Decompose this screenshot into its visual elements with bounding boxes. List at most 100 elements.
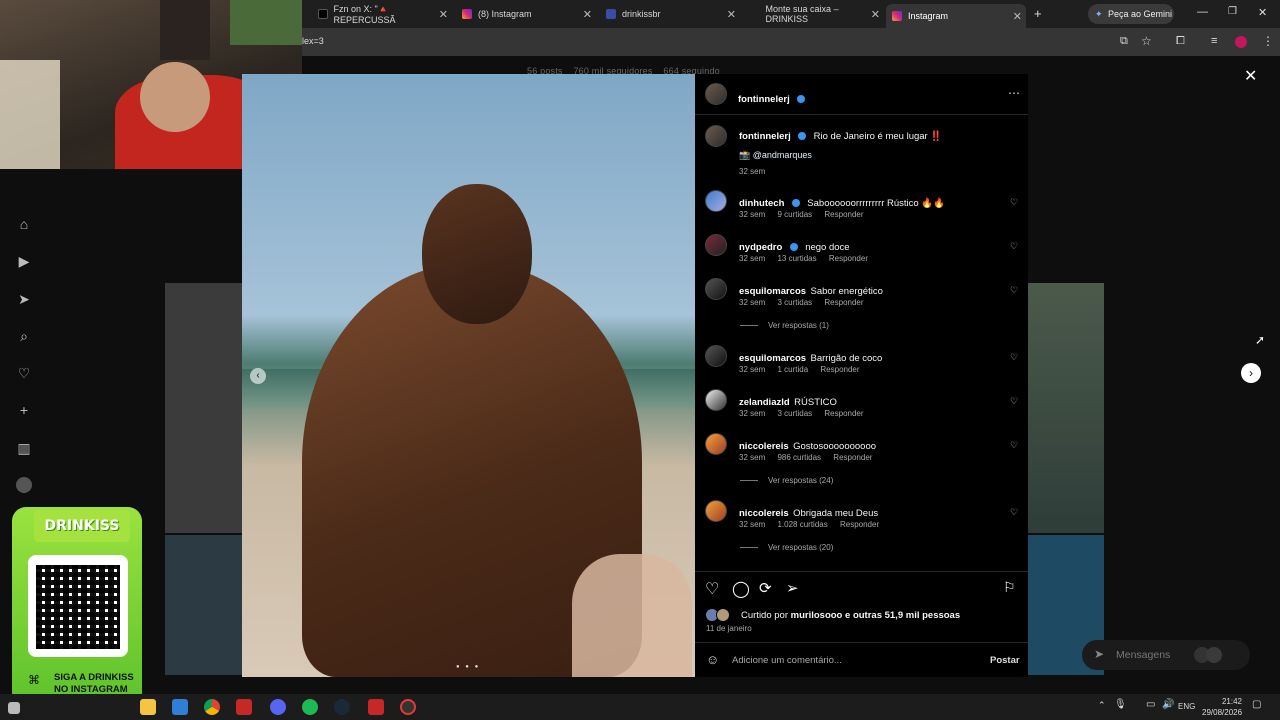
more-options-icon[interactable]: ⋯ xyxy=(1008,86,1020,100)
comment-input[interactable]: Adicione um comentário... xyxy=(732,655,842,666)
likes-user[interactable]: murilosooo xyxy=(791,610,843,621)
install-app-icon[interactable]: ⧉ xyxy=(1120,35,1128,48)
commenter-avatar[interactable] xyxy=(705,433,727,455)
comment-likes[interactable]: 13 curtidas xyxy=(777,254,816,263)
search-icon[interactable]: ⌕ xyxy=(16,328,32,344)
profile-avatar-icon[interactable] xyxy=(16,477,32,493)
steam-icon[interactable] xyxy=(334,699,350,715)
commenter-avatar[interactable] xyxy=(705,345,727,367)
clock[interactable]: 21:42 29/08/2026 xyxy=(1202,696,1242,718)
like-comment-heart-icon[interactable]: ♡ xyxy=(1010,396,1018,407)
caption-username[interactable]: fontinnelerj xyxy=(739,131,791,142)
view-replies-button[interactable]: Ver respostas (1) xyxy=(740,321,829,330)
voicemeeter-icon[interactable] xyxy=(236,699,252,715)
view-replies-label[interactable]: Ver respostas (24) xyxy=(768,476,833,485)
share-send-icon[interactable]: ➢ xyxy=(786,579,799,597)
comment-likes[interactable]: 1.028 curtidas xyxy=(777,520,827,529)
post-comment-button[interactable]: Postar xyxy=(990,655,1020,666)
close-modal-icon[interactable]: ✕ xyxy=(1244,66,1257,86)
like-comment-heart-icon[interactable]: ♡ xyxy=(1010,285,1018,296)
media-control-icon[interactable]: ≡ xyxy=(1211,35,1217,47)
extensions-icon[interactable]: ⧠ xyxy=(1176,35,1185,48)
caption-tag-link[interactable]: 📸 @andmarques xyxy=(739,150,812,161)
view-replies-button[interactable]: Ver respostas (20) xyxy=(740,543,833,552)
reply-button[interactable]: Responder xyxy=(824,409,863,418)
windows-start-icon[interactable] xyxy=(8,702,20,714)
commenter-avatar[interactable] xyxy=(705,389,727,411)
reply-button[interactable]: Responder xyxy=(820,365,859,374)
maximize-button[interactable]: ❐ xyxy=(1228,6,1237,17)
file-explorer-icon[interactable] xyxy=(140,699,156,715)
tray-chevron-icon[interactable]: ⌃ xyxy=(1098,700,1106,711)
bookmark-star-icon[interactable]: ☆ xyxy=(1141,34,1152,48)
reply-button[interactable]: Responder xyxy=(824,210,863,219)
commenter-avatar[interactable] xyxy=(705,278,727,300)
next-post-button[interactable]: › xyxy=(1241,363,1261,383)
author-avatar[interactable] xyxy=(705,83,727,105)
tab-drinkissbr[interactable]: drinkissbr ✕ xyxy=(600,4,740,24)
close-icon[interactable]: ✕ xyxy=(583,8,592,21)
url-text[interactable]: lex=3 xyxy=(302,36,324,46)
notifications-heart-icon[interactable]: ♡ xyxy=(16,365,32,381)
emoji-icon[interactable]: ☺ xyxy=(706,652,719,667)
comment-username[interactable]: nydpedro xyxy=(739,242,782,253)
tab-x-post[interactable]: Fzn on X: "🔺 REPERCUSSÃ ✕ xyxy=(312,4,452,25)
profile-avatar[interactable] xyxy=(1235,36,1247,48)
close-icon[interactable]: ✕ xyxy=(871,8,880,21)
network-icon[interactable]: ▭ xyxy=(1146,699,1155,710)
comment-bubble-icon[interactable]: ◯ xyxy=(732,579,750,599)
direct-messages-icon[interactable]: ➤ xyxy=(16,291,32,307)
like-comment-heart-icon[interactable]: ♡ xyxy=(1010,197,1018,208)
comment-username[interactable]: esquilomarcos xyxy=(739,353,806,364)
view-replies-label[interactable]: Ver respostas (1) xyxy=(768,321,829,330)
like-heart-icon[interactable]: ♡ xyxy=(705,579,719,599)
tab-drinkiss-shop[interactable]: Monte sua caixa – DRINKISS ✕ xyxy=(744,4,884,24)
voicemeeter-icon[interactable] xyxy=(368,699,384,715)
reply-button[interactable]: Responder xyxy=(829,254,868,263)
like-comment-heart-icon[interactable]: ♡ xyxy=(1010,440,1018,451)
view-replies-label[interactable]: Ver respostas (20) xyxy=(768,543,833,552)
tab-instagram-active[interactable]: Instagram ✕ xyxy=(886,4,1026,28)
spotify-icon[interactable] xyxy=(302,699,318,715)
mail-icon[interactable] xyxy=(172,699,188,715)
messages-pill[interactable]: ➤ Mensagens xyxy=(1082,640,1250,670)
comment-username[interactable]: dinhutech xyxy=(739,198,784,209)
repost-icon[interactable]: ⟳ xyxy=(759,579,772,597)
obs-icon[interactable] xyxy=(400,699,416,715)
comment-likes[interactable]: 3 curtidas xyxy=(777,298,812,307)
window-close-button[interactable]: ✕ xyxy=(1258,6,1267,19)
discord-icon[interactable] xyxy=(270,699,286,715)
new-tab-button[interactable]: + xyxy=(1034,6,1042,21)
post-photo[interactable]: ● ● ● ‹ xyxy=(242,74,695,677)
comment-likes[interactable]: 986 curtidas xyxy=(777,453,821,462)
close-icon[interactable]: ✕ xyxy=(1013,10,1022,23)
notification-center-icon[interactable]: ▢ xyxy=(1252,699,1261,710)
language-indicator[interactable]: ENG xyxy=(1178,702,1195,711)
reply-button[interactable]: Responder xyxy=(824,298,863,307)
grid-thumbnail[interactable] xyxy=(1028,283,1104,533)
tab-instagram-inbox[interactable]: (8) Instagram ✕ xyxy=(456,4,596,24)
author-username[interactable]: fontinnelerj xyxy=(738,94,790,105)
save-bookmark-icon[interactable]: ⚐ xyxy=(1003,579,1016,596)
gemini-button[interactable]: ✦ Peça ao Gemini xyxy=(1088,4,1174,24)
dashboard-icon[interactable]: ▥ xyxy=(16,440,32,456)
commenter-avatar[interactable] xyxy=(705,234,727,256)
create-plus-icon[interactable]: + xyxy=(16,402,32,418)
comment-username[interactable]: esquilomarcos xyxy=(739,286,806,297)
caption-avatar[interactable] xyxy=(705,125,727,147)
view-replies-button[interactable]: Ver respostas (24) xyxy=(740,476,833,485)
reply-button[interactable]: Responder xyxy=(840,520,879,529)
commenter-avatar[interactable] xyxy=(705,190,727,212)
comment-likes[interactable]: 1 curtida xyxy=(777,365,808,374)
grid-thumbnail[interactable] xyxy=(165,283,243,533)
reels-icon[interactable]: ▶ xyxy=(16,253,32,269)
close-icon[interactable]: ✕ xyxy=(439,8,448,21)
microphone-icon[interactable]: 🎙 xyxy=(1114,699,1127,710)
like-comment-heart-icon[interactable]: ♡ xyxy=(1010,241,1018,252)
comment-username[interactable]: niccolereis xyxy=(739,441,789,452)
post-author[interactable]: fontinnelerj xyxy=(738,89,808,107)
comment-likes[interactable]: 3 curtidas xyxy=(777,409,812,418)
close-icon[interactable]: ✕ xyxy=(727,8,736,21)
previous-image-button[interactable]: ‹ xyxy=(250,368,266,384)
like-comment-heart-icon[interactable]: ♡ xyxy=(1010,507,1018,518)
